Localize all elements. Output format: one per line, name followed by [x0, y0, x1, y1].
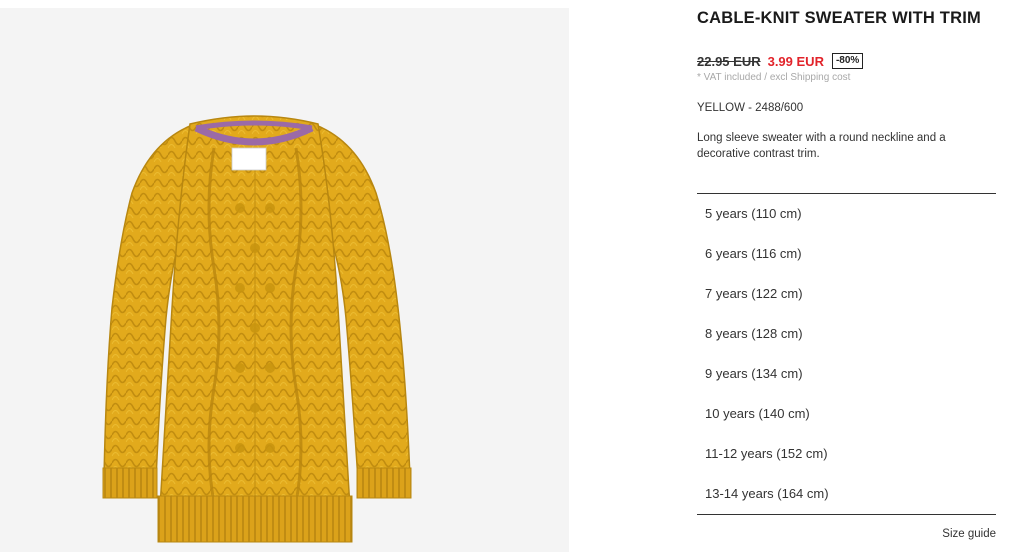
sweater-illustration [102, 115, 412, 543]
vat-note: * VAT included / excl Shipping cost [697, 72, 851, 83]
size-option[interactable]: 9 years (134 cm) [697, 354, 996, 394]
color-reference: YELLOW - 2488/600 [697, 102, 804, 114]
discount-badge: -80% [831, 53, 864, 69]
size-list: 5 years (110 cm) 6 years (116 cm) 7 year… [697, 193, 996, 515]
price-row: 22.95 EUR 3.99 EUR -80% [697, 52, 864, 70]
size-option[interactable]: 7 years (122 cm) [697, 274, 996, 314]
size-option[interactable]: 5 years (110 cm) [697, 194, 996, 234]
size-option[interactable]: 10 years (140 cm) [697, 394, 996, 434]
size-option[interactable]: 8 years (128 cm) [697, 314, 996, 354]
size-guide-link[interactable]: Size guide [942, 528, 996, 540]
product-title: CABLE-KNIT SWEATER WITH TRIM [697, 9, 981, 27]
size-option[interactable]: 13-14 years (164 cm) [697, 474, 996, 514]
product-image[interactable] [0, 8, 569, 552]
old-price: 22.95 EUR [697, 53, 761, 69]
sale-price: 3.99 EUR [767, 53, 824, 69]
size-option[interactable]: 6 years (116 cm) [697, 234, 996, 274]
size-option[interactable]: 11-12 years (152 cm) [697, 434, 996, 474]
product-description: Long sleeve sweater with a round necklin… [697, 132, 946, 160]
